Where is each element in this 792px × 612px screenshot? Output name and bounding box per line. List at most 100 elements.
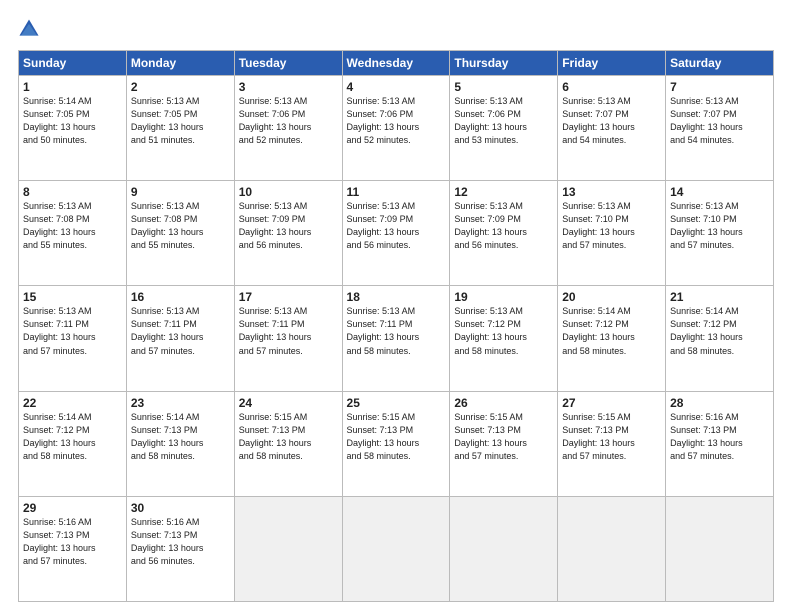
day-info: Sunrise: 5:13 AM Sunset: 7:11 PM Dayligh…	[239, 305, 338, 357]
day-number: 10	[239, 185, 338, 199]
day-number: 24	[239, 396, 338, 410]
day-number: 14	[670, 185, 769, 199]
day-info: Sunrise: 5:13 AM Sunset: 7:11 PM Dayligh…	[347, 305, 446, 357]
calendar-cell: 21Sunrise: 5:14 AM Sunset: 7:12 PM Dayli…	[666, 286, 774, 391]
calendar-cell: 23Sunrise: 5:14 AM Sunset: 7:13 PM Dayli…	[126, 391, 234, 496]
logo	[18, 18, 44, 40]
calendar-header-thursday: Thursday	[450, 51, 558, 76]
calendar-week-3: 15Sunrise: 5:13 AM Sunset: 7:11 PM Dayli…	[19, 286, 774, 391]
day-info: Sunrise: 5:13 AM Sunset: 7:11 PM Dayligh…	[131, 305, 230, 357]
day-info: Sunrise: 5:14 AM Sunset: 7:12 PM Dayligh…	[670, 305, 769, 357]
calendar-cell: 25Sunrise: 5:15 AM Sunset: 7:13 PM Dayli…	[342, 391, 450, 496]
calendar-cell: 5Sunrise: 5:13 AM Sunset: 7:06 PM Daylig…	[450, 76, 558, 181]
day-number: 2	[131, 80, 230, 94]
day-number: 19	[454, 290, 553, 304]
day-info: Sunrise: 5:15 AM Sunset: 7:13 PM Dayligh…	[562, 411, 661, 463]
calendar-cell: 27Sunrise: 5:15 AM Sunset: 7:13 PM Dayli…	[558, 391, 666, 496]
calendar-cell: 13Sunrise: 5:13 AM Sunset: 7:10 PM Dayli…	[558, 181, 666, 286]
logo-icon	[18, 18, 40, 40]
calendar-header-monday: Monday	[126, 51, 234, 76]
day-number: 30	[131, 501, 230, 515]
day-number: 16	[131, 290, 230, 304]
day-number: 6	[562, 80, 661, 94]
day-info: Sunrise: 5:13 AM Sunset: 7:11 PM Dayligh…	[23, 305, 122, 357]
calendar-header-row: SundayMondayTuesdayWednesdayThursdayFrid…	[19, 51, 774, 76]
calendar-cell: 4Sunrise: 5:13 AM Sunset: 7:06 PM Daylig…	[342, 76, 450, 181]
day-info: Sunrise: 5:16 AM Sunset: 7:13 PM Dayligh…	[131, 516, 230, 568]
day-number: 25	[347, 396, 446, 410]
calendar-cell: 18Sunrise: 5:13 AM Sunset: 7:11 PM Dayli…	[342, 286, 450, 391]
calendar-cell	[666, 496, 774, 601]
day-number: 1	[23, 80, 122, 94]
day-number: 15	[23, 290, 122, 304]
day-number: 21	[670, 290, 769, 304]
calendar-week-5: 29Sunrise: 5:16 AM Sunset: 7:13 PM Dayli…	[19, 496, 774, 601]
calendar-week-1: 1Sunrise: 5:14 AM Sunset: 7:05 PM Daylig…	[19, 76, 774, 181]
calendar-cell	[558, 496, 666, 601]
day-number: 11	[347, 185, 446, 199]
calendar-header-friday: Friday	[558, 51, 666, 76]
day-info: Sunrise: 5:13 AM Sunset: 7:10 PM Dayligh…	[562, 200, 661, 252]
calendar-cell: 2Sunrise: 5:13 AM Sunset: 7:05 PM Daylig…	[126, 76, 234, 181]
day-info: Sunrise: 5:14 AM Sunset: 7:12 PM Dayligh…	[23, 411, 122, 463]
day-info: Sunrise: 5:13 AM Sunset: 7:12 PM Dayligh…	[454, 305, 553, 357]
calendar-cell: 11Sunrise: 5:13 AM Sunset: 7:09 PM Dayli…	[342, 181, 450, 286]
day-number: 17	[239, 290, 338, 304]
calendar-cell: 8Sunrise: 5:13 AM Sunset: 7:08 PM Daylig…	[19, 181, 127, 286]
day-number: 3	[239, 80, 338, 94]
day-number: 12	[454, 185, 553, 199]
day-number: 22	[23, 396, 122, 410]
calendar-cell: 16Sunrise: 5:13 AM Sunset: 7:11 PM Dayli…	[126, 286, 234, 391]
day-info: Sunrise: 5:16 AM Sunset: 7:13 PM Dayligh…	[23, 516, 122, 568]
day-info: Sunrise: 5:13 AM Sunset: 7:06 PM Dayligh…	[239, 95, 338, 147]
calendar-cell: 15Sunrise: 5:13 AM Sunset: 7:11 PM Dayli…	[19, 286, 127, 391]
day-number: 20	[562, 290, 661, 304]
day-info: Sunrise: 5:16 AM Sunset: 7:13 PM Dayligh…	[670, 411, 769, 463]
day-info: Sunrise: 5:13 AM Sunset: 7:08 PM Dayligh…	[131, 200, 230, 252]
day-info: Sunrise: 5:13 AM Sunset: 7:05 PM Dayligh…	[131, 95, 230, 147]
calendar-cell	[234, 496, 342, 601]
day-number: 29	[23, 501, 122, 515]
calendar-table: SundayMondayTuesdayWednesdayThursdayFrid…	[18, 50, 774, 602]
calendar-cell: 20Sunrise: 5:14 AM Sunset: 7:12 PM Dayli…	[558, 286, 666, 391]
calendar-cell: 3Sunrise: 5:13 AM Sunset: 7:06 PM Daylig…	[234, 76, 342, 181]
calendar-cell: 12Sunrise: 5:13 AM Sunset: 7:09 PM Dayli…	[450, 181, 558, 286]
page: SundayMondayTuesdayWednesdayThursdayFrid…	[0, 0, 792, 612]
day-number: 8	[23, 185, 122, 199]
calendar-cell: 10Sunrise: 5:13 AM Sunset: 7:09 PM Dayli…	[234, 181, 342, 286]
day-number: 4	[347, 80, 446, 94]
calendar-week-2: 8 Sunrise: 5:13 AM Sunset: 7:08 PM Daylig…	[19, 181, 774, 286]
calendar-cell: 17Sunrise: 5:13 AM Sunset: 7:11 PM Dayli…	[234, 286, 342, 391]
day-info: Sunrise: 5:13 AM Sunset: 7:09 PM Dayligh…	[347, 200, 446, 252]
day-info: Sunrise: 5:13 AM Sunset: 7:09 PM Dayligh…	[239, 200, 338, 252]
day-info: Sunrise: 5:15 AM Sunset: 7:13 PM Dayligh…	[239, 411, 338, 463]
calendar-week-4: 22Sunrise: 5:14 AM Sunset: 7:12 PM Dayli…	[19, 391, 774, 496]
calendar-header-wednesday: Wednesday	[342, 51, 450, 76]
day-number: 9	[131, 185, 230, 199]
calendar-header-saturday: Saturday	[666, 51, 774, 76]
calendar-cell: 29Sunrise: 5:16 AM Sunset: 7:13 PM Dayli…	[19, 496, 127, 601]
calendar-cell: 24Sunrise: 5:15 AM Sunset: 7:13 PM Dayli…	[234, 391, 342, 496]
day-number: 7	[670, 80, 769, 94]
day-info: Sunrise: 5:15 AM Sunset: 7:13 PM Dayligh…	[347, 411, 446, 463]
calendar-header-tuesday: Tuesday	[234, 51, 342, 76]
day-info: Sunrise: 5:13 AM Sunset: 7:06 PM Dayligh…	[347, 95, 446, 147]
calendar-cell: 14Sunrise: 5:13 AM Sunset: 7:10 PM Dayli…	[666, 181, 774, 286]
day-number: 26	[454, 396, 553, 410]
calendar-cell: 1Sunrise: 5:14 AM Sunset: 7:05 PM Daylig…	[19, 76, 127, 181]
header	[18, 18, 774, 40]
calendar-cell: 6Sunrise: 5:13 AM Sunset: 7:07 PM Daylig…	[558, 76, 666, 181]
day-info: Sunrise: 5:14 AM Sunset: 7:13 PM Dayligh…	[131, 411, 230, 463]
calendar-cell: 7Sunrise: 5:13 AM Sunset: 7:07 PM Daylig…	[666, 76, 774, 181]
day-number: 28	[670, 396, 769, 410]
day-info: Sunrise: 5:13 AM Sunset: 7:07 PM Dayligh…	[562, 95, 661, 147]
day-info: Sunrise: 5:13 AM Sunset: 7:09 PM Dayligh…	[454, 200, 553, 252]
day-info: Sunrise: 5:13 AM Sunset: 7:07 PM Dayligh…	[670, 95, 769, 147]
day-number: 18	[347, 290, 446, 304]
calendar-cell: 30Sunrise: 5:16 AM Sunset: 7:13 PM Dayli…	[126, 496, 234, 601]
calendar-cell: 9Sunrise: 5:13 AM Sunset: 7:08 PM Daylig…	[126, 181, 234, 286]
calendar-cell: 22Sunrise: 5:14 AM Sunset: 7:12 PM Dayli…	[19, 391, 127, 496]
calendar-cell: 19Sunrise: 5:13 AM Sunset: 7:12 PM Dayli…	[450, 286, 558, 391]
day-number: 13	[562, 185, 661, 199]
calendar-cell: 26Sunrise: 5:15 AM Sunset: 7:13 PM Dayli…	[450, 391, 558, 496]
